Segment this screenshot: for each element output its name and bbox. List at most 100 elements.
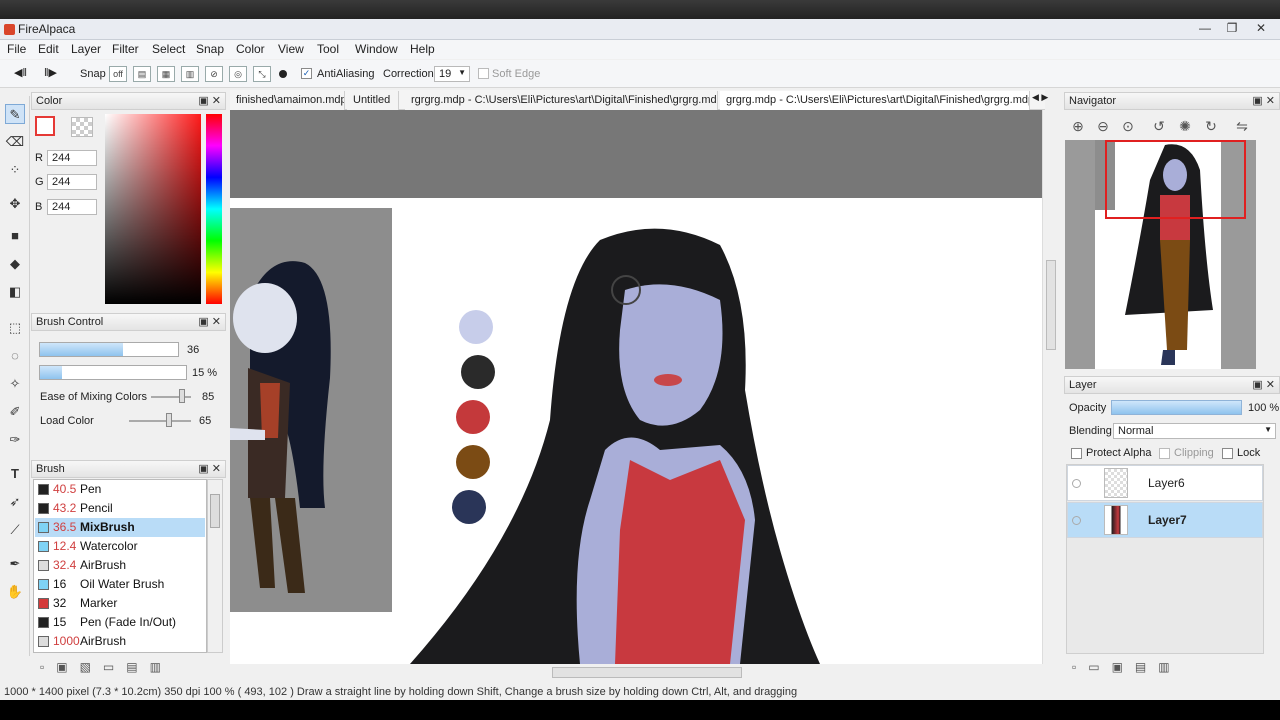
brush-size-slider[interactable] — [39, 342, 179, 357]
panel-float-close-icon[interactable]: ▣ ✕ — [198, 315, 221, 328]
layer-visibility-icon[interactable] — [1072, 516, 1081, 525]
zoom-in-icon[interactable]: ⊕ — [1070, 118, 1086, 134]
brush-item[interactable]: 43.2 Pencil — [35, 499, 205, 518]
layer-row[interactable]: Layer6 — [1067, 465, 1263, 501]
clipping-checkbox[interactable] — [1159, 448, 1170, 459]
brush-item[interactable]: 32 Marker — [35, 594, 205, 613]
brush-item[interactable]: 40.5 Pen — [35, 480, 205, 499]
operation-tool-icon[interactable]: ➶ — [5, 492, 25, 512]
snap-curve-icon[interactable]: ⤡ — [253, 66, 271, 82]
menu-window[interactable]: Window — [355, 42, 398, 56]
load-color-slider[interactable] — [129, 420, 191, 422]
zoom-out-icon[interactable]: ⊖ — [1095, 118, 1111, 134]
fill-rect-tool-icon[interactable]: ■ — [5, 226, 25, 246]
hand-tool-icon[interactable]: ✋ — [5, 582, 25, 602]
blending-select[interactable]: Normal ▼ — [1113, 423, 1276, 439]
rotate-right-icon[interactable]: ↻ — [1203, 118, 1219, 134]
select-pen-tool-icon[interactable]: ✐ — [5, 402, 25, 422]
snap-radial-icon[interactable]: ⊘ — [205, 66, 223, 82]
layer-opacity-slider[interactable] — [1111, 400, 1242, 415]
menu-filter[interactable]: Filter — [112, 42, 139, 56]
menu-edit[interactable]: Edit — [38, 42, 59, 56]
drawing-canvas[interactable] — [230, 110, 1042, 664]
mixing-slider-thumb[interactable] — [179, 389, 185, 403]
zoom-actual-icon[interactable]: ⊙ — [1120, 118, 1136, 134]
tab-untitled[interactable]: Untitled — [347, 91, 399, 110]
menu-select[interactable]: Select — [152, 42, 185, 56]
soft-edge-checkbox[interactable] — [478, 68, 489, 79]
gradient-tool-icon[interactable]: ◧ — [5, 282, 25, 302]
brush-opacity-slider[interactable] — [39, 365, 187, 380]
layer-row-selected[interactable]: Layer7 — [1067, 502, 1263, 538]
snap-grid-icon[interactable]: ▦ — [157, 66, 175, 82]
eraser-tool-icon[interactable]: ⌫ — [5, 132, 25, 152]
move-tool-icon[interactable]: ✥ — [5, 194, 25, 214]
magic-wand-tool-icon[interactable]: ✧ — [5, 374, 25, 394]
mixing-slider[interactable] — [151, 396, 191, 398]
snap-circle-icon[interactable]: ◎ — [229, 66, 247, 82]
reset-rotation-icon[interactable]: ✺ — [1177, 118, 1193, 134]
menu-view[interactable]: View — [278, 42, 304, 56]
canvas-vertical-scrollbar[interactable] — [1042, 110, 1058, 664]
minimize-button[interactable]: — — [1192, 20, 1218, 37]
brush-item[interactable]: 32.4 AirBrush — [35, 556, 205, 575]
layer-list-scrollbar[interactable] — [1264, 464, 1278, 654]
brush-item[interactable]: 1000 AirBrush — [35, 632, 205, 651]
b-input[interactable]: 244 — [47, 199, 97, 215]
previous-icon[interactable]: ◀‖ — [14, 66, 27, 79]
load-color-slider-thumb[interactable] — [166, 413, 172, 427]
tab-rgrgrg[interactable]: rgrgrg.mdp - C:\Users\Eli\Pictures\art\D… — [405, 91, 718, 110]
navigator-preview[interactable] — [1065, 140, 1256, 369]
brush-list-scrollbar[interactable] — [207, 479, 223, 653]
tab-scroll-arrows[interactable]: ◀ ▶ — [1032, 92, 1048, 103]
dot-tool-icon[interactable]: ⁘ — [5, 160, 25, 180]
menu-tool[interactable]: Tool — [317, 42, 339, 56]
brush-item[interactable]: 12.4 Watercolor — [35, 537, 205, 556]
text-tool-icon[interactable]: T — [5, 464, 25, 484]
menu-help[interactable]: Help — [410, 42, 435, 56]
saturation-value-picker[interactable] — [105, 114, 201, 304]
brush-item[interactable]: 15 Pen (Fade In/Out) — [35, 613, 205, 632]
transparent-color-icon[interactable] — [71, 117, 93, 137]
bucket-tool-icon[interactable]: ◆ — [5, 254, 25, 274]
flip-horizontal-icon[interactable]: ⇋ — [1234, 118, 1250, 134]
select-eraser-tool-icon[interactable]: ✑ — [5, 430, 25, 450]
menu-file[interactable]: File — [7, 42, 26, 56]
layer-panel-actions[interactable]: ▫▭▣▤▥ — [1072, 660, 1212, 676]
canvas-horizontal-scrollbar[interactable] — [230, 664, 1058, 682]
brush-item[interactable]: 16 Oil Water Brush — [35, 575, 205, 594]
brush-panel-actions[interactable]: ▫▣▧▭▤▥ — [40, 660, 200, 676]
snap-point-icon[interactable] — [279, 70, 287, 78]
menu-layer[interactable]: Layer — [71, 42, 101, 56]
tab-grgrg-active[interactable]: grgrg.mdp - C:\Users\Eli\Pictures\art\Di… — [720, 91, 1030, 110]
eyedropper-tool-icon[interactable]: ✒ — [5, 554, 25, 574]
lock-checkbox[interactable] — [1222, 448, 1233, 459]
pen-tool-icon[interactable]: ✎ — [5, 104, 25, 124]
menu-color[interactable]: Color — [236, 42, 265, 56]
g-input[interactable]: 244 — [47, 174, 97, 190]
select-rect-tool-icon[interactable]: ⬚ — [5, 318, 25, 338]
brush-item-selected[interactable]: 36.5 MixBrush — [35, 518, 205, 537]
tab-amaimon[interactable]: finished\amaimon.mdp — [230, 91, 345, 110]
panel-float-close-icon[interactable]: ▣ ✕ — [1252, 378, 1275, 391]
navigator-viewport-rect[interactable] — [1105, 140, 1246, 219]
divide-tool-icon[interactable]: ⟋ — [5, 520, 25, 540]
antialiasing-checkbox[interactable]: ✓ — [301, 68, 312, 79]
hue-slider[interactable] — [206, 114, 222, 304]
panel-float-close-icon[interactable]: ▣ ✕ — [1252, 94, 1275, 107]
panel-float-close-icon[interactable]: ▣ ✕ — [198, 462, 221, 475]
next-icon[interactable]: ‖▶ — [44, 66, 57, 79]
snap-off-button[interactable]: off — [109, 66, 127, 82]
close-button[interactable]: ✕ — [1248, 20, 1274, 37]
panel-float-close-icon[interactable]: ▣ ✕ — [198, 94, 221, 107]
r-input[interactable]: 244 — [47, 150, 97, 166]
primary-color-swatch[interactable] — [35, 116, 55, 136]
snap-parallel-icon[interactable]: ▤ — [133, 66, 151, 82]
protect-alpha-checkbox[interactable] — [1071, 448, 1082, 459]
layer-visibility-icon[interactable] — [1072, 479, 1081, 488]
menu-snap[interactable]: Snap — [196, 42, 224, 56]
snap-cross-icon[interactable]: ▥ — [181, 66, 199, 82]
rotate-left-icon[interactable]: ↺ — [1151, 118, 1167, 134]
correction-select[interactable]: 19 ▼ — [434, 66, 470, 82]
restore-button[interactable]: ❐ — [1219, 20, 1245, 37]
